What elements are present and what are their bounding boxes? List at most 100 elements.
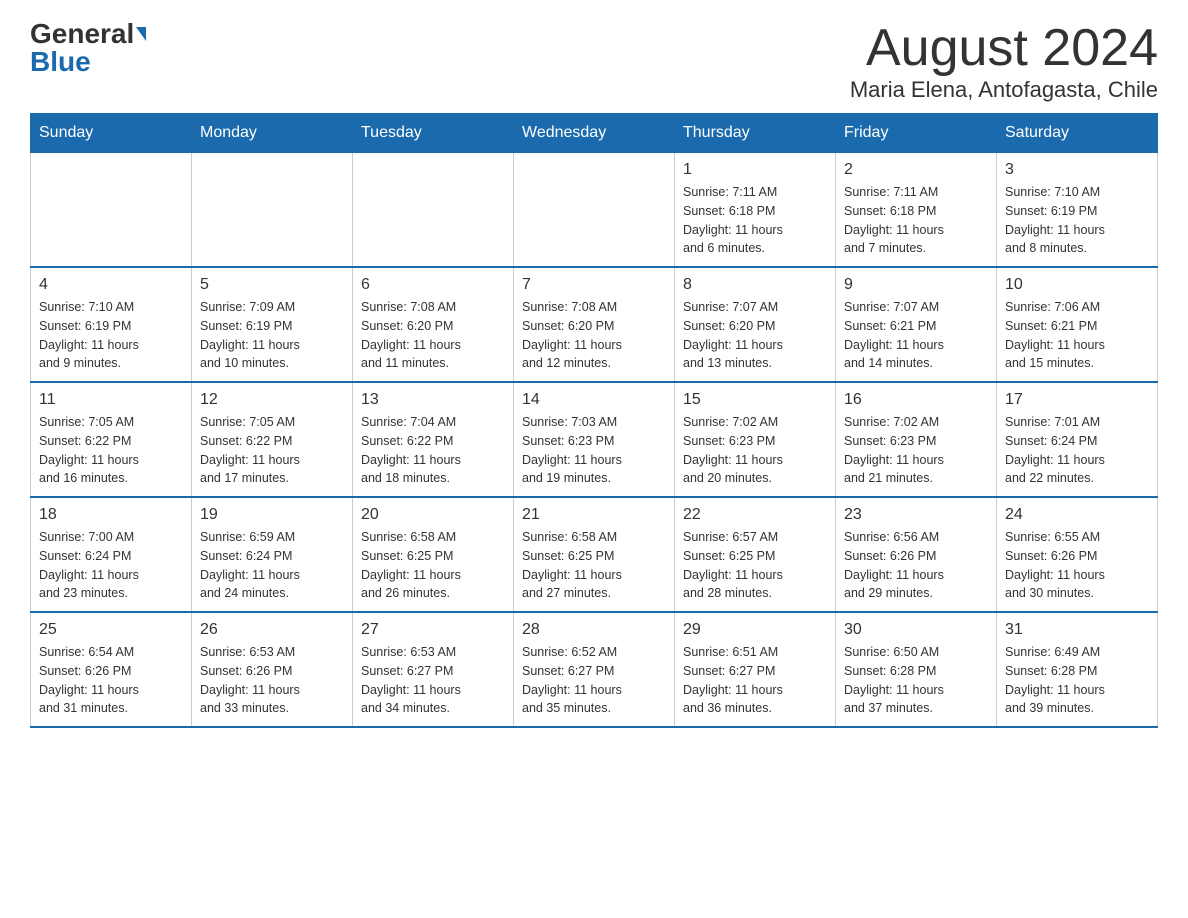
day-info: Sunrise: 7:00 AM Sunset: 6:24 PM Dayligh… (39, 528, 183, 603)
day-info: Sunrise: 7:03 AM Sunset: 6:23 PM Dayligh… (522, 413, 666, 488)
calendar-cell: 22 Sunrise: 6:57 AM Sunset: 6:25 PM Dayli… (675, 497, 836, 612)
calendar-cell: 24 Sunrise: 6:55 AM Sunset: 6:26 PM Dayli… (997, 497, 1158, 612)
day-number: 1 (683, 161, 827, 179)
day-number: 20 (361, 506, 505, 524)
calendar-cell (31, 153, 192, 268)
calendar-week-row: 25 Sunrise: 6:54 AM Sunset: 6:26 PM Dayli… (31, 612, 1158, 727)
day-header-thursday: Thursday (675, 114, 836, 153)
calendar-cell: 2 Sunrise: 7:11 AM Sunset: 6:18 PM Daylig… (836, 153, 997, 268)
day-info: Sunrise: 7:10 AM Sunset: 6:19 PM Dayligh… (1005, 183, 1149, 258)
day-number: 15 (683, 391, 827, 409)
calendar-cell: 9 Sunrise: 7:07 AM Sunset: 6:21 PM Daylig… (836, 267, 997, 382)
calendar-cell (353, 153, 514, 268)
day-info: Sunrise: 6:59 AM Sunset: 6:24 PM Dayligh… (200, 528, 344, 603)
day-number: 30 (844, 621, 988, 639)
day-number: 24 (1005, 506, 1149, 524)
day-info: Sunrise: 7:08 AM Sunset: 6:20 PM Dayligh… (522, 298, 666, 373)
day-number: 11 (39, 391, 183, 409)
day-info: Sunrise: 7:09 AM Sunset: 6:19 PM Dayligh… (200, 298, 344, 373)
day-info: Sunrise: 6:54 AM Sunset: 6:26 PM Dayligh… (39, 643, 183, 718)
logo-arrow-icon (136, 27, 146, 41)
day-number: 5 (200, 276, 344, 294)
day-number: 13 (361, 391, 505, 409)
day-number: 29 (683, 621, 827, 639)
calendar-cell: 7 Sunrise: 7:08 AM Sunset: 6:20 PM Daylig… (514, 267, 675, 382)
day-number: 6 (361, 276, 505, 294)
calendar-table: SundayMondayTuesdayWednesdayThursdayFrid… (30, 113, 1158, 728)
day-number: 22 (683, 506, 827, 524)
day-info: Sunrise: 7:02 AM Sunset: 6:23 PM Dayligh… (844, 413, 988, 488)
day-number: 19 (200, 506, 344, 524)
day-number: 18 (39, 506, 183, 524)
day-info: Sunrise: 7:10 AM Sunset: 6:19 PM Dayligh… (39, 298, 183, 373)
day-number: 28 (522, 621, 666, 639)
calendar-header: SundayMondayTuesdayWednesdayThursdayFrid… (31, 114, 1158, 153)
calendar-week-row: 1 Sunrise: 7:11 AM Sunset: 6:18 PM Daylig… (31, 153, 1158, 268)
day-info: Sunrise: 7:06 AM Sunset: 6:21 PM Dayligh… (1005, 298, 1149, 373)
calendar-cell: 18 Sunrise: 7:00 AM Sunset: 6:24 PM Dayli… (31, 497, 192, 612)
calendar-cell: 23 Sunrise: 6:56 AM Sunset: 6:26 PM Dayli… (836, 497, 997, 612)
day-number: 8 (683, 276, 827, 294)
calendar-cell: 27 Sunrise: 6:53 AM Sunset: 6:27 PM Dayli… (353, 612, 514, 727)
calendar-cell: 8 Sunrise: 7:07 AM Sunset: 6:20 PM Daylig… (675, 267, 836, 382)
day-number: 25 (39, 621, 183, 639)
day-number: 31 (1005, 621, 1149, 639)
day-header-saturday: Saturday (997, 114, 1158, 153)
day-info: Sunrise: 6:49 AM Sunset: 6:28 PM Dayligh… (1005, 643, 1149, 718)
logo-general-text: General (30, 20, 134, 48)
calendar-cell: 5 Sunrise: 7:09 AM Sunset: 6:19 PM Daylig… (192, 267, 353, 382)
day-info: Sunrise: 6:52 AM Sunset: 6:27 PM Dayligh… (522, 643, 666, 718)
calendar-cell: 26 Sunrise: 6:53 AM Sunset: 6:26 PM Dayli… (192, 612, 353, 727)
day-info: Sunrise: 6:50 AM Sunset: 6:28 PM Dayligh… (844, 643, 988, 718)
day-info: Sunrise: 7:01 AM Sunset: 6:24 PM Dayligh… (1005, 413, 1149, 488)
calendar-cell: 16 Sunrise: 7:02 AM Sunset: 6:23 PM Dayli… (836, 382, 997, 497)
day-info: Sunrise: 7:11 AM Sunset: 6:18 PM Dayligh… (844, 183, 988, 258)
day-info: Sunrise: 7:05 AM Sunset: 6:22 PM Dayligh… (39, 413, 183, 488)
day-info: Sunrise: 6:51 AM Sunset: 6:27 PM Dayligh… (683, 643, 827, 718)
day-number: 26 (200, 621, 344, 639)
calendar-cell: 14Sunrise: 7:03 AM Sunset: 6:23 PM Dayli… (514, 382, 675, 497)
day-info: Sunrise: 6:57 AM Sunset: 6:25 PM Dayligh… (683, 528, 827, 603)
calendar-cell: 25 Sunrise: 6:54 AM Sunset: 6:26 PM Dayli… (31, 612, 192, 727)
day-info: Sunrise: 7:04 AM Sunset: 6:22 PM Dayligh… (361, 413, 505, 488)
day-number: 2 (844, 161, 988, 179)
calendar-week-row: 4 Sunrise: 7:10 AM Sunset: 6:19 PM Daylig… (31, 267, 1158, 382)
calendar-cell: 15 Sunrise: 7:02 AM Sunset: 6:23 PM Dayli… (675, 382, 836, 497)
calendar-cell: 10Sunrise: 7:06 AM Sunset: 6:21 PM Dayli… (997, 267, 1158, 382)
calendar-cell: 20 Sunrise: 6:58 AM Sunset: 6:25 PM Dayli… (353, 497, 514, 612)
day-info: Sunrise: 6:53 AM Sunset: 6:26 PM Dayligh… (200, 643, 344, 718)
day-info: Sunrise: 6:58 AM Sunset: 6:25 PM Dayligh… (361, 528, 505, 603)
day-info: Sunrise: 6:55 AM Sunset: 6:26 PM Dayligh… (1005, 528, 1149, 603)
calendar-week-row: 18 Sunrise: 7:00 AM Sunset: 6:24 PM Dayli… (31, 497, 1158, 612)
title-section: August 2024 Maria Elena, Antofagasta, Ch… (850, 20, 1158, 103)
day-number: 27 (361, 621, 505, 639)
calendar-cell: 17 Sunrise: 7:01 AM Sunset: 6:24 PM Dayli… (997, 382, 1158, 497)
day-number: 23 (844, 506, 988, 524)
day-number: 7 (522, 276, 666, 294)
day-info: Sunrise: 7:07 AM Sunset: 6:21 PM Dayligh… (844, 298, 988, 373)
calendar-cell: 30 Sunrise: 6:50 AM Sunset: 6:28 PM Dayli… (836, 612, 997, 727)
day-number: 3 (1005, 161, 1149, 179)
calendar-cell: 12Sunrise: 7:05 AM Sunset: 6:22 PM Dayli… (192, 382, 353, 497)
day-info: Sunrise: 6:56 AM Sunset: 6:26 PM Dayligh… (844, 528, 988, 603)
calendar-cell (192, 153, 353, 268)
day-info: Sunrise: 6:58 AM Sunset: 6:25 PM Dayligh… (522, 528, 666, 603)
day-number: 16 (844, 391, 988, 409)
day-header-row: SundayMondayTuesdayWednesdayThursdayFrid… (31, 114, 1158, 153)
page-header: General Blue August 2024 Maria Elena, An… (30, 20, 1158, 103)
logo-blue-text: Blue (30, 48, 91, 76)
calendar-cell: 29 Sunrise: 6:51 AM Sunset: 6:27 PM Dayli… (675, 612, 836, 727)
day-info: Sunrise: 6:53 AM Sunset: 6:27 PM Dayligh… (361, 643, 505, 718)
calendar-cell (514, 153, 675, 268)
day-info: Sunrise: 7:07 AM Sunset: 6:20 PM Dayligh… (683, 298, 827, 373)
day-number: 17 (1005, 391, 1149, 409)
calendar-week-row: 11 Sunrise: 7:05 AM Sunset: 6:22 PM Dayli… (31, 382, 1158, 497)
calendar-cell: 4 Sunrise: 7:10 AM Sunset: 6:19 PM Daylig… (31, 267, 192, 382)
day-number: 4 (39, 276, 183, 294)
location-title: Maria Elena, Antofagasta, Chile (850, 77, 1158, 103)
day-info: Sunrise: 7:05 AM Sunset: 6:22 PM Dayligh… (200, 413, 344, 488)
day-number: 9 (844, 276, 988, 294)
day-info: Sunrise: 7:02 AM Sunset: 6:23 PM Dayligh… (683, 413, 827, 488)
day-info: Sunrise: 7:11 AM Sunset: 6:18 PM Dayligh… (683, 183, 827, 258)
calendar-cell: 19 Sunrise: 6:59 AM Sunset: 6:24 PM Dayli… (192, 497, 353, 612)
